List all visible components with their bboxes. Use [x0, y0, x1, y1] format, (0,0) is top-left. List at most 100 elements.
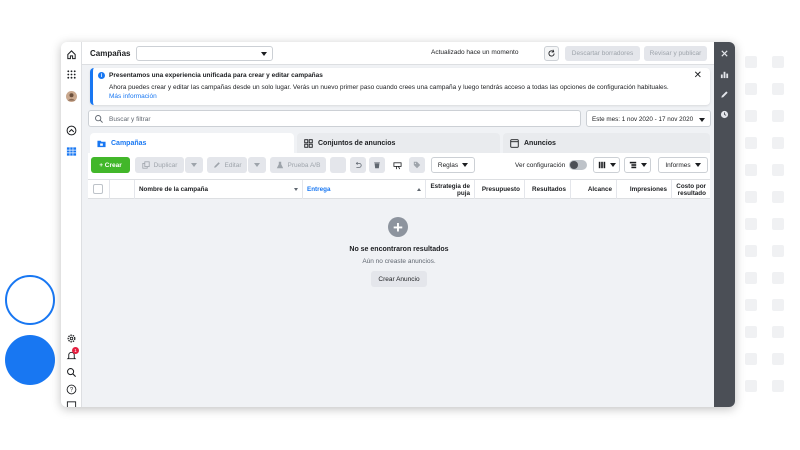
edit-button[interactable]: Editar	[207, 157, 247, 173]
tab-ads[interactable]: Anuncios	[503, 133, 710, 153]
discard-drafts-button[interactable]: Descartar borradores	[565, 46, 640, 61]
breakdown-icon	[629, 161, 636, 169]
svg-text:?: ?	[70, 388, 74, 394]
chevron-down-icon	[254, 163, 260, 167]
duplicate-button[interactable]: Duplicar	[135, 157, 184, 173]
close-panel-icon[interactable]	[719, 48, 730, 59]
column-cost-per-result[interactable]: Costo por resultado	[672, 180, 710, 199]
left-nav: 1 ?	[61, 42, 82, 407]
search-placeholder: Buscar y filtrar	[109, 116, 151, 123]
reports-label: Informes	[665, 161, 691, 169]
ab-test-button[interactable]: Prueba A/B	[270, 157, 326, 173]
view-config-label: Ver configuración	[515, 162, 566, 169]
columns-icon	[598, 161, 605, 169]
plus-circle-icon: +	[388, 217, 408, 237]
page-title: Campañas	[90, 49, 131, 58]
column-reach[interactable]: Alcance	[571, 180, 617, 199]
column-label: Impresiones	[629, 186, 667, 193]
toggle-knob	[570, 161, 578, 169]
reports-dropdown[interactable]: Informes	[658, 157, 708, 173]
duplicate-label: Duplicar	[153, 161, 178, 169]
apps-grid-icon[interactable]	[65, 68, 78, 81]
grid-icon	[304, 138, 313, 148]
home-icon[interactable]	[65, 48, 78, 61]
columns-dropdown[interactable]	[593, 157, 620, 173]
rules-dropdown[interactable]: Reglas	[431, 157, 475, 173]
refresh-icon	[548, 49, 555, 57]
action-toolbar: + Crear Duplicar Editar Prueba A/B Regla…	[88, 153, 710, 179]
campaign-select[interactable]	[136, 46, 273, 61]
history-clock-icon[interactable]	[719, 109, 730, 120]
rules-label: Reglas	[437, 161, 459, 169]
column-label: Costo por resultado	[676, 182, 706, 197]
search-icon[interactable]	[65, 366, 78, 379]
sort-icon	[417, 188, 421, 191]
banner-body: Ahora puedes crear y editar las campañas…	[109, 84, 669, 91]
delete-disabled-button[interactable]	[330, 157, 346, 173]
help-icon[interactable]: ?	[65, 383, 78, 396]
chevron-down-icon	[191, 163, 197, 167]
date-range-button[interactable]: Este mes: 1 nov 2020 - 17 nov 2020	[586, 110, 711, 127]
dashboard-gauge-icon[interactable]	[65, 124, 78, 137]
chevron-down-icon	[462, 163, 469, 167]
pencil-icon	[213, 162, 220, 168]
column-delivery[interactable]: Entrega	[303, 180, 426, 199]
preview-button[interactable]	[388, 157, 406, 173]
review-publish-button[interactable]: Revisar y publicar	[644, 46, 707, 61]
tab-label: Anuncios	[524, 139, 556, 147]
refresh-button[interactable]	[544, 46, 559, 61]
create-ad-button[interactable]: Crear Anuncio	[371, 271, 427, 287]
chevron-down-icon	[699, 118, 705, 122]
settings-gear-icon[interactable]	[65, 332, 78, 345]
undo-button[interactable]	[350, 157, 366, 173]
empty-state-subtitle: Aún no creaste anuncios.	[362, 258, 436, 265]
view-config-toggle[interactable]	[569, 160, 587, 170]
avatar[interactable]	[65, 90, 78, 103]
edit-label: Editar	[224, 161, 242, 169]
tab-label: Conjuntos de anuncios	[318, 139, 396, 147]
undo-icon	[355, 161, 362, 168]
select-all-cell	[88, 180, 110, 199]
search-input[interactable]: Buscar y filtrar	[88, 110, 581, 127]
breakdown-dropdown[interactable]	[624, 157, 651, 173]
chevron-down-icon	[261, 52, 267, 56]
notifications-bell-icon[interactable]: 1	[65, 347, 79, 362]
tab-campaigns[interactable]: Campañas	[90, 133, 294, 153]
column-budget[interactable]: Presupuesto	[475, 180, 525, 199]
search-icon	[95, 115, 103, 123]
duplicate-dropdown[interactable]	[185, 157, 203, 173]
preview-icon	[392, 161, 402, 169]
pencil-edit-icon[interactable]	[719, 89, 730, 100]
notification-badge: 1	[72, 347, 79, 354]
tab-ad-sets[interactable]: Conjuntos de anuncios	[297, 133, 500, 153]
column-bid-strategy[interactable]: Estrategia de puja	[426, 180, 475, 199]
right-rail	[714, 42, 735, 407]
column-campaign-name[interactable]: Nombre de la campaña	[135, 180, 303, 199]
column-impressions[interactable]: Impresiones	[617, 180, 672, 199]
column-label: Alcance	[587, 186, 612, 193]
tag-button[interactable]	[409, 157, 425, 173]
decorative-circle-filled	[5, 335, 55, 385]
learn-more-link[interactable]: Más información	[109, 93, 157, 100]
delete-button[interactable]	[369, 157, 385, 173]
reports-icon[interactable]	[65, 399, 78, 407]
duplicate-icon	[141, 161, 150, 169]
select-all-checkbox[interactable]	[93, 184, 103, 194]
flask-icon	[276, 161, 283, 169]
decorative-circle-outline	[5, 275, 55, 325]
campaigns-table-icon[interactable]	[65, 145, 78, 158]
banner-title: Presentamos una experiencia unificada pa…	[109, 72, 323, 79]
empty-state-title: No se encontraron resultados	[349, 246, 449, 253]
edit-dropdown[interactable]	[248, 157, 266, 173]
info-banner: i Presentamos una experiencia unificada …	[90, 68, 710, 105]
last-updated-text: Actualizado hace un momento	[431, 49, 519, 56]
date-range-label: Este mes: 1 nov 2020 - 17 nov 2020	[592, 116, 694, 123]
bar-chart-icon[interactable]	[719, 69, 730, 80]
close-icon[interactable]: ✕	[694, 71, 702, 81]
column-results[interactable]: Resultados	[525, 180, 571, 199]
ab-test-label: Prueba A/B	[287, 161, 321, 169]
top-bar: Campañas Actualizado hace un momento Des…	[82, 42, 723, 65]
create-button[interactable]: + Crear	[91, 157, 130, 173]
column-label: Entrega	[307, 186, 331, 193]
ads-manager-window: 1 ? Campañas Actualizado hace un momento…	[61, 42, 735, 407]
